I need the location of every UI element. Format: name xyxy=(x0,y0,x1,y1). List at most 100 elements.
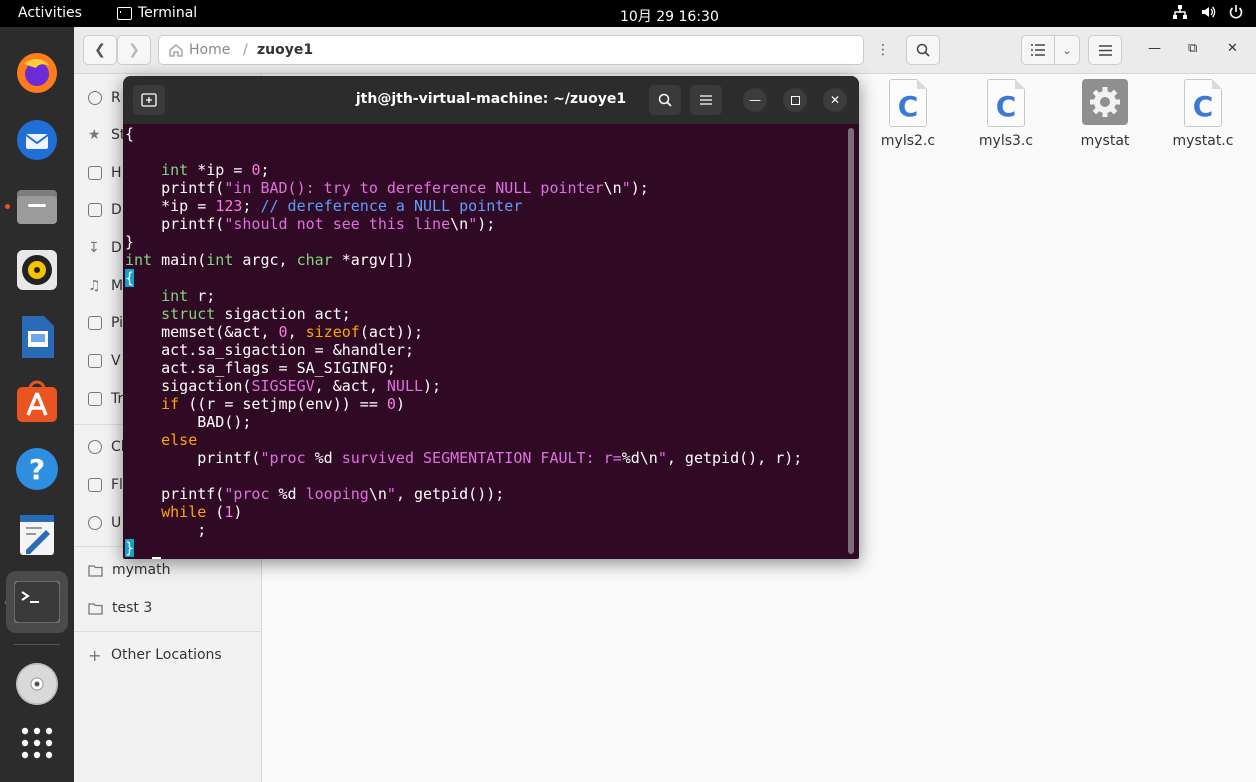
view-options-button[interactable]: ⌄ xyxy=(1054,35,1080,65)
sidebar-item-videos[interactable]: V xyxy=(88,351,121,371)
activities-button[interactable]: Activities xyxy=(18,5,82,21)
sidebar-item-home[interactable]: H xyxy=(88,163,122,183)
file-item[interactable]: mystat xyxy=(1065,79,1145,149)
app-menu[interactable]: Terminal xyxy=(117,5,197,21)
app-menu-label: Terminal xyxy=(138,5,198,21)
breadcrumb-separator: / xyxy=(243,42,248,58)
code-token: *argv[]) xyxy=(332,251,414,269)
more-vertical-icon: ⋮ xyxy=(876,42,890,58)
drive-icon xyxy=(88,478,102,492)
file-name: mystat xyxy=(1080,133,1130,149)
sidebar-item-starred[interactable]: ★ St xyxy=(88,125,125,145)
show-apps-icon[interactable] xyxy=(11,717,63,769)
main-menu-button[interactable] xyxy=(1088,35,1122,65)
file-item[interactable]: C myls2.c xyxy=(868,79,948,149)
terminal-line: int main(int argc, char *argv[]) xyxy=(125,251,847,269)
breadcrumb-current[interactable]: zuoye1 xyxy=(257,42,313,58)
terminal-close-button[interactable]: ✕ xyxy=(823,88,847,112)
code-token: SIGSEGV xyxy=(251,377,315,395)
sidebar-item-trash[interactable]: Tr xyxy=(88,389,123,409)
terminal-content[interactable]: { int *ip = 0; printf("in BAD(): try to … xyxy=(125,124,847,559)
sidebar-item-ubuntu[interactable]: U xyxy=(88,513,121,533)
help-icon[interactable]: ? xyxy=(11,443,63,495)
sidebar-item-recent[interactable]: R xyxy=(88,88,121,108)
list-view-icon xyxy=(1031,44,1045,56)
back-button[interactable]: ❮ xyxy=(83,35,117,65)
sidebar-item-label: Pi xyxy=(111,315,124,331)
code-token: ; xyxy=(242,197,261,215)
text-editor-icon[interactable] xyxy=(11,509,63,561)
code-token: else xyxy=(161,431,198,449)
terminal-line: if ((r = setjmp(env)) == 0) xyxy=(125,395,847,413)
search-icon xyxy=(916,43,930,57)
sidebar-item-label: Other Locations xyxy=(111,647,222,663)
code-token: } xyxy=(125,539,135,557)
code-token: " xyxy=(468,215,478,233)
folder-icon xyxy=(88,564,103,577)
file-item[interactable]: C mystat.c xyxy=(1163,79,1243,149)
terminal-line: { xyxy=(125,269,847,287)
dock: ? xyxy=(0,27,74,782)
hamburger-icon xyxy=(1098,44,1112,56)
system-tray[interactable] xyxy=(1172,4,1244,20)
dvd-icon[interactable] xyxy=(11,658,63,710)
power-icon xyxy=(1228,4,1244,20)
terminal-line: } xyxy=(125,233,847,251)
sidebar-item-downloads[interactable]: ↧ D xyxy=(88,238,122,258)
code-token: looping xyxy=(296,485,369,503)
code-token: , xyxy=(287,323,306,341)
code-token: ) xyxy=(395,395,405,413)
sidebar-item-floppy[interactable]: Fl xyxy=(88,475,123,495)
code-token: , &act, xyxy=(314,377,387,395)
maximize-button[interactable]: ⧉ xyxy=(1188,41,1197,56)
path-bar[interactable]: Home / zuoye1 xyxy=(158,35,864,65)
sidebar-item-pictures[interactable]: Pi xyxy=(88,313,123,333)
code-token: \n xyxy=(368,485,387,503)
sidebar-item-label: Tr xyxy=(111,391,124,407)
code-token: ( xyxy=(206,503,225,521)
path-menu-button[interactable]: ⋮ xyxy=(868,35,898,65)
view-list-button[interactable] xyxy=(1021,35,1055,65)
file-item[interactable]: C myls3.c xyxy=(966,79,1046,149)
code-token: // dereference a NULL pointer xyxy=(260,197,523,215)
code-token: " xyxy=(386,485,396,503)
thunderbird-icon[interactable] xyxy=(11,114,63,166)
home-icon xyxy=(169,44,183,57)
terminal-scrollbar[interactable] xyxy=(848,128,854,554)
terminal-minimize-button[interactable]: — xyxy=(743,88,767,112)
code-token: printf( xyxy=(125,179,225,197)
sidebar-item-test3[interactable]: test 3 xyxy=(88,598,152,618)
libreoffice-impress-icon[interactable] xyxy=(11,311,63,363)
sidebar-item-mymath[interactable]: mymath xyxy=(88,560,171,580)
close-icon: ✕ xyxy=(829,93,841,107)
rhythmbox-icon[interactable] xyxy=(11,244,63,296)
sidebar-item-documents[interactable]: D xyxy=(88,200,122,220)
terminal-search-button[interactable] xyxy=(649,85,681,115)
terminal-line: memset(&act, 0, sizeof(act)); xyxy=(125,323,847,341)
terminal-maximize-button[interactable] xyxy=(783,88,807,112)
minimize-button[interactable]: — xyxy=(1148,41,1161,56)
sidebar-item-music[interactable]: ♫ M xyxy=(88,276,123,296)
code-token: char xyxy=(296,251,333,269)
file-name: myls3.c xyxy=(978,133,1034,149)
code-token: BAD(); xyxy=(125,413,252,431)
trash-icon xyxy=(88,392,102,406)
close-button[interactable]: ✕ xyxy=(1227,41,1238,56)
app-center-icon[interactable] xyxy=(11,376,63,428)
terminal-line: act.sa_flags = SA_SIGINFO; xyxy=(125,359,847,377)
search-icon xyxy=(658,93,672,107)
terminal-line: printf("should not see this line\n"); xyxy=(125,215,847,233)
terminal-menu-button[interactable] xyxy=(690,85,722,115)
code-token: , getpid(), r); xyxy=(666,449,803,467)
sidebar-item-other-locations[interactable]: + Other Locations xyxy=(88,645,222,665)
firefox-icon[interactable] xyxy=(11,47,63,99)
clock[interactable]: 10月 29 16:30 xyxy=(620,6,719,26)
search-button[interactable] xyxy=(906,35,940,65)
sidebar-item-drive[interactable]: Cl xyxy=(88,437,125,457)
breadcrumb-home[interactable]: Home xyxy=(169,42,230,58)
terminal-app-icon xyxy=(117,6,132,20)
terminal-icon[interactable] xyxy=(6,571,68,633)
files-icon[interactable] xyxy=(11,180,63,232)
forward-button[interactable]: ❯ xyxy=(117,35,151,65)
